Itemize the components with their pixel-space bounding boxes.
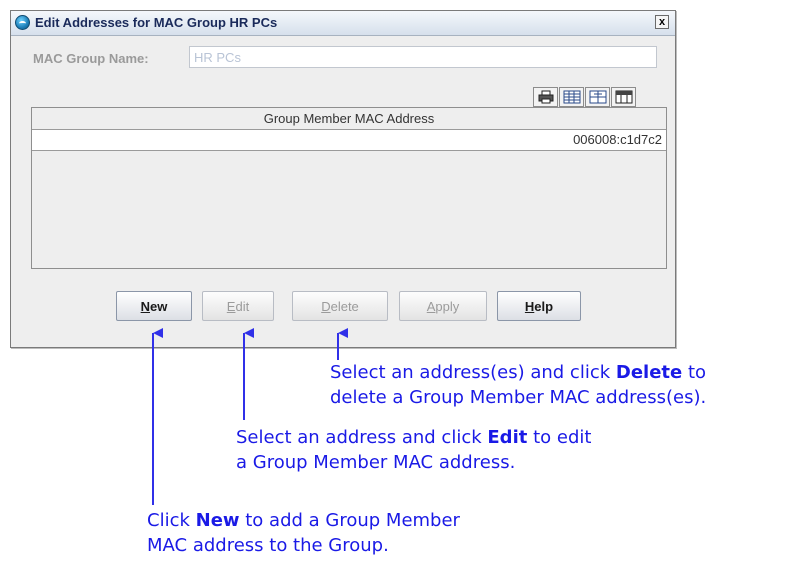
new-callout-pre: Click (147, 510, 196, 531)
edit-callout-pre: Select an address and click (236, 427, 488, 448)
delete-callout-post: to (682, 362, 707, 383)
new-callout-line1: Click New to add a Group Member (147, 508, 460, 533)
column-header-mac-address[interactable]: Group Member MAC Address (32, 108, 666, 130)
apply-button-label: pply (435, 299, 460, 314)
help-button[interactable]: Help (497, 291, 581, 321)
help-button-mnemonic: H (524, 299, 535, 314)
mac-address-table: Group Member MAC Address 006008:c1d7c2 (31, 107, 667, 269)
delete-button-mnemonic: D (321, 299, 331, 314)
dialog-title: Edit Addresses for MAC Group HR PCs (35, 15, 278, 30)
edit-addresses-dialog: Edit Addresses for MAC Group HR PCs x MA… (10, 10, 676, 348)
print-icon[interactable] (533, 87, 558, 107)
new-button-mnemonic: N (140, 299, 151, 314)
delete-callout: Select an address(es) and click Delete t… (330, 360, 706, 410)
help-button-label: elp (534, 299, 554, 314)
edit-callout-keyword: Edit (487, 427, 528, 448)
table-header-icon[interactable] (611, 87, 636, 107)
delete-callout-line2: delete a Group Member MAC address(es). (330, 387, 707, 408)
apply-button[interactable]: Apply (399, 291, 487, 321)
delete-button[interactable]: Delete (292, 291, 388, 321)
table-row[interactable]: 006008:c1d7c2 (32, 130, 666, 151)
mac-group-name-field[interactable] (189, 46, 657, 68)
delete-button-label: elete (330, 299, 359, 314)
new-button-label: ew (150, 299, 168, 314)
screenshot-stage: Edit Addresses for MAC Group HR PCs x MA… (0, 0, 800, 565)
edit-callout: Select an address and click Edit to edit… (236, 425, 591, 475)
delete-callout-line1: Select an address(es) and click Delete t… (330, 360, 706, 385)
edit-button[interactable]: Edit (202, 291, 274, 321)
table-grid-icon[interactable] (585, 87, 610, 107)
table-toolbar (533, 87, 636, 107)
edit-callout-line2: a Group Member MAC address. (236, 452, 516, 473)
delete-callout-pre: Select an address(es) and click (330, 362, 616, 383)
new-callout-post: to add a Group Member (239, 510, 460, 531)
edit-button-label: dit (235, 299, 250, 314)
close-button[interactable]: x (655, 15, 669, 29)
app-logo-icon (15, 15, 30, 30)
table-columns-icon[interactable] (559, 87, 584, 107)
edit-callout-post: to edit (527, 427, 592, 448)
edit-callout-line1: Select an address and click Edit to edit (236, 425, 591, 450)
new-button[interactable]: New (116, 291, 192, 321)
dialog-titlebar[interactable]: Edit Addresses for MAC Group HR PCs x (11, 11, 675, 36)
new-callout: Click New to add a Group Member MAC addr… (147, 508, 460, 558)
delete-callout-keyword: Delete (615, 362, 683, 383)
new-callout-line2: MAC address to the Group. (147, 535, 389, 556)
new-callout-keyword: New (195, 510, 240, 531)
mac-group-name-label: MAC Group Name: (33, 51, 149, 66)
